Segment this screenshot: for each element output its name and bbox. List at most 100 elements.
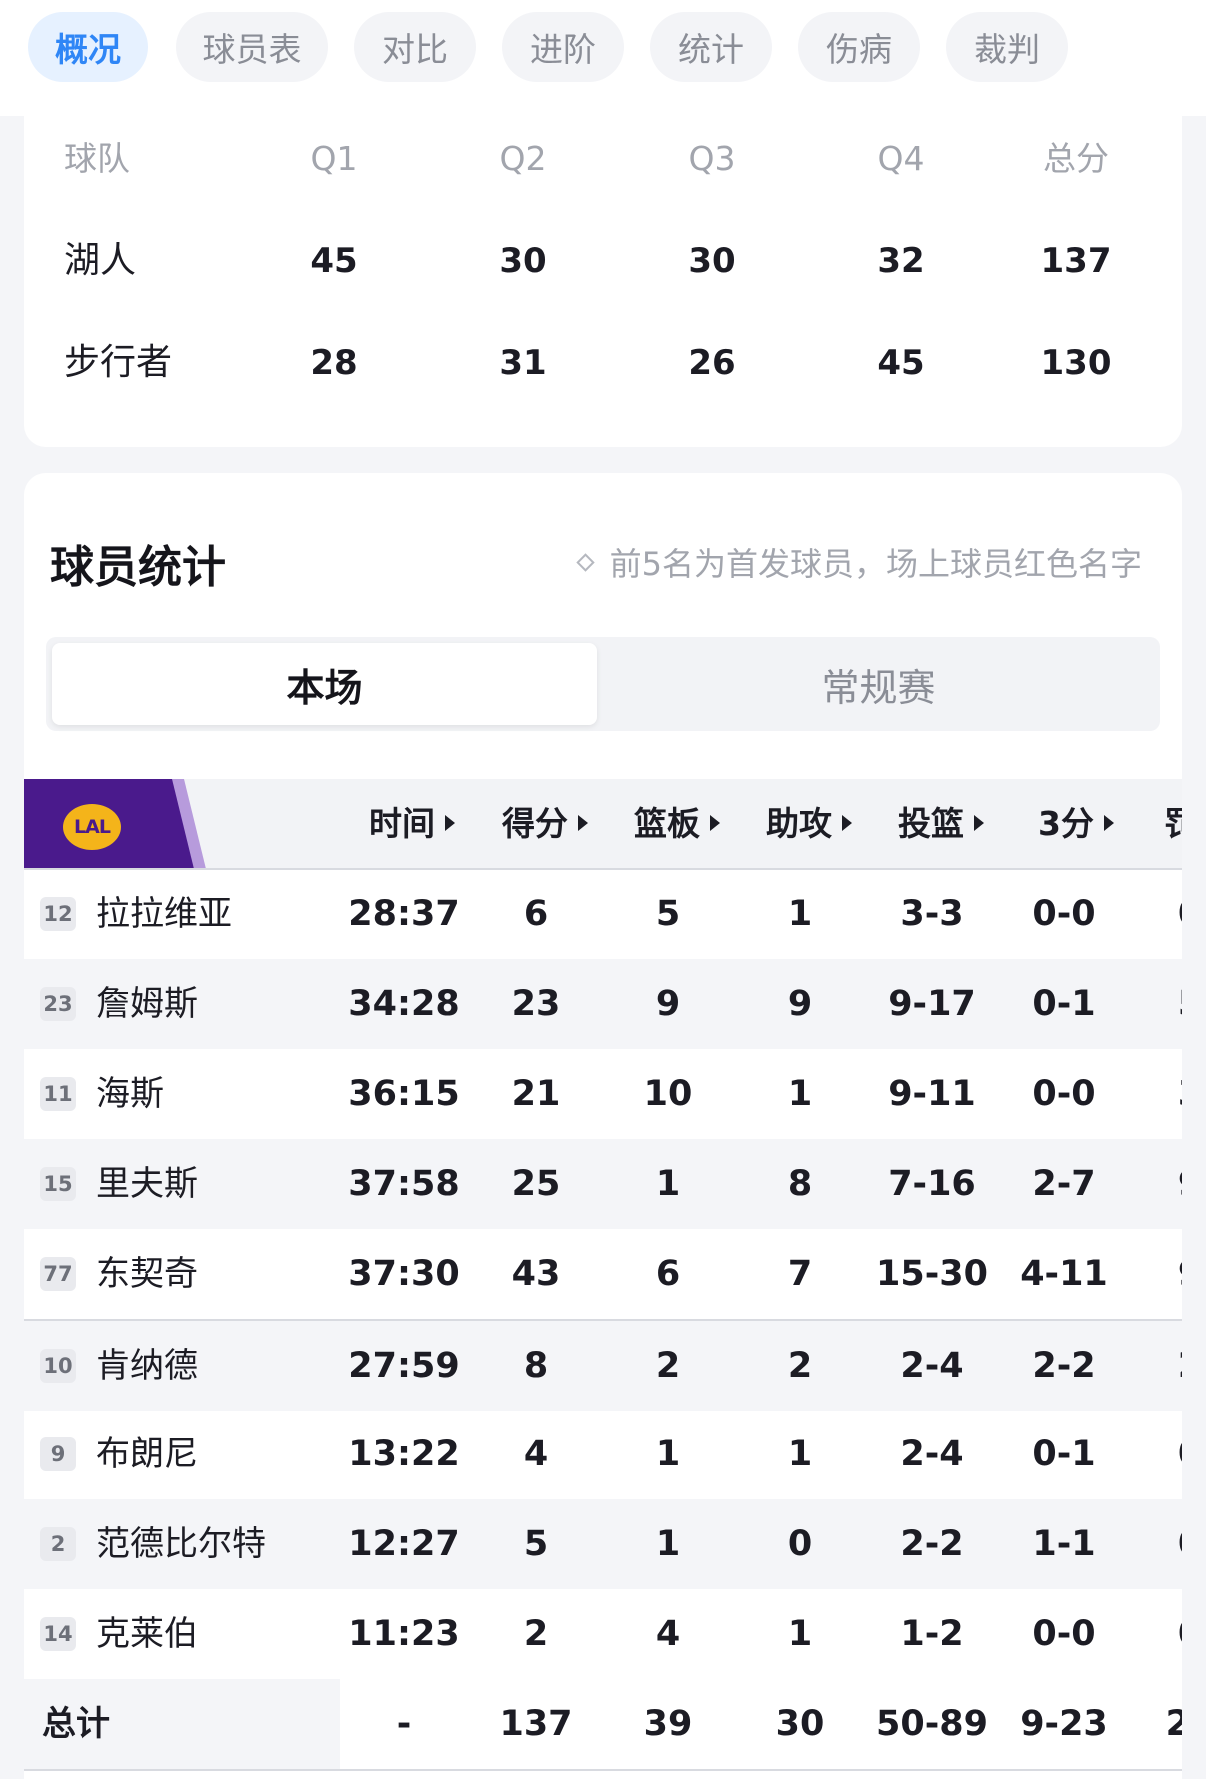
cell-field-goals: 7-16 bbox=[888, 1164, 976, 1204]
cell-points: 21 bbox=[511, 1074, 561, 1114]
cell-time: 28:37 bbox=[348, 894, 460, 934]
cell-field-goals: 2-2 bbox=[900, 1524, 964, 1564]
score-q2: 31 bbox=[499, 343, 547, 383]
score-q1: 28 bbox=[310, 343, 358, 383]
player-name[interactable]: 拉拉维亚 bbox=[96, 869, 232, 959]
cell-three-pointers: 0-1 bbox=[1032, 1434, 1096, 1474]
cell-free-throws: 0 bbox=[1178, 869, 1182, 959]
starter-note-text: 前5名为首发球员，场上球员红色名字 bbox=[609, 545, 1142, 583]
score-header-team: 球队 bbox=[64, 139, 130, 178]
column-header-three-pointers[interactable]: 3分 bbox=[1038, 779, 1114, 869]
column-header-free-throws[interactable]: 罚 bbox=[1164, 779, 1182, 869]
player-row[interactable]: 23 詹姆斯 34:28 23 9 9 9-17 0-1 5 bbox=[24, 959, 1182, 1049]
score-q4: 45 bbox=[877, 343, 925, 383]
column-header-field-goals[interactable]: 投篮 bbox=[898, 779, 984, 869]
cell-rebounds: 1 bbox=[655, 1164, 681, 1204]
score-header-q3: Q3 bbox=[688, 139, 736, 178]
cell-free-throws: 0 bbox=[1178, 1499, 1182, 1589]
column-header-assists[interactable]: 助攻 bbox=[766, 779, 852, 869]
cell-points: 4 bbox=[523, 1434, 549, 1474]
segment-regular-season[interactable]: 常规赛 bbox=[603, 643, 1154, 725]
score-header-q1: Q1 bbox=[310, 139, 358, 178]
quarter-score-card: 球队 Q1 Q2 Q3 Q4 总分 湖人 45 30 30 32 137 步行者… bbox=[24, 95, 1182, 447]
score-header-row: 球队 Q1 Q2 Q3 Q4 总分 bbox=[24, 129, 1182, 189]
player-row[interactable]: 2 范德比尔特 12:27 5 1 0 2-2 1-1 0 bbox=[24, 1499, 1182, 1589]
jersey-number-badge: 15 bbox=[40, 1167, 76, 1201]
column-header-time[interactable]: 时间 bbox=[369, 779, 455, 869]
tab-referees[interactable]: 裁判 bbox=[946, 12, 1068, 82]
team-name: 湖人 bbox=[64, 240, 137, 281]
total-cell-free-throws: 28 bbox=[1165, 1704, 1182, 1744]
jersey-number-badge: 77 bbox=[40, 1257, 76, 1291]
player-name[interactable]: 詹姆斯 bbox=[96, 959, 198, 1049]
tab-injuries[interactable]: 伤病 bbox=[798, 12, 920, 82]
tab-advanced[interactable]: 进阶 bbox=[502, 12, 624, 82]
score-q2: 30 bbox=[499, 241, 547, 281]
cell-assists: 1 bbox=[787, 1434, 813, 1474]
cell-rebounds: 1 bbox=[655, 1434, 681, 1474]
team-name: 步行者 bbox=[64, 342, 173, 383]
cell-three-pointers: 0-0 bbox=[1032, 1074, 1096, 1114]
table-header-row: LAL 时间 得分 篮板 助攻 投篮 3分 罚 bbox=[24, 779, 1182, 870]
column-label: 助攻 bbox=[766, 804, 832, 843]
column-header-points[interactable]: 得分 bbox=[502, 779, 588, 869]
player-name[interactable]: 里夫斯 bbox=[96, 1139, 198, 1229]
total-cell-three-pointers: 9-23 bbox=[1020, 1704, 1108, 1744]
cell-time: 13:22 bbox=[348, 1434, 460, 1474]
player-row[interactable]: 11 海斯 36:15 21 10 1 9-11 0-0 3 bbox=[24, 1049, 1182, 1139]
cell-rebounds: 10 bbox=[643, 1074, 693, 1114]
sort-arrow-icon bbox=[974, 814, 984, 831]
cell-three-pointers: 1-1 bbox=[1032, 1524, 1096, 1564]
jersey-number-badge: 9 bbox=[40, 1437, 76, 1471]
sort-arrow-icon bbox=[445, 814, 455, 831]
tab-compare[interactable]: 对比 bbox=[354, 12, 476, 82]
sort-arrow-icon bbox=[710, 814, 720, 831]
player-name[interactable]: 范德比尔特 bbox=[96, 1499, 266, 1589]
total-cell-field-goals: 50-89 bbox=[876, 1704, 988, 1744]
score-q1: 45 bbox=[310, 241, 358, 281]
score-header-total: 总分 bbox=[1043, 139, 1109, 178]
column-label: 3分 bbox=[1038, 804, 1094, 843]
cell-points: 43 bbox=[511, 1254, 561, 1294]
player-name[interactable]: 东契奇 bbox=[96, 1229, 198, 1319]
player-row[interactable]: 12 拉拉维亚 28:37 6 5 1 3-3 0-0 0 bbox=[24, 869, 1182, 959]
player-row[interactable]: 15 里夫斯 37:58 25 1 8 7-16 2-7 9 bbox=[24, 1139, 1182, 1229]
cell-assists: 8 bbox=[787, 1164, 813, 1204]
cell-points: 2 bbox=[523, 1614, 549, 1654]
cell-assists: 1 bbox=[787, 894, 813, 934]
cell-free-throws: 9 bbox=[1178, 1139, 1182, 1229]
cell-three-pointers: 2-2 bbox=[1032, 1346, 1096, 1386]
cell-field-goals: 9-17 bbox=[888, 984, 976, 1024]
sort-arrow-icon bbox=[842, 814, 852, 831]
column-header-rebounds[interactable]: 篮板 bbox=[634, 779, 720, 869]
cell-rebounds: 4 bbox=[655, 1614, 681, 1654]
tab-statistics[interactable]: 统计 bbox=[650, 12, 772, 82]
total-cell-assists: 30 bbox=[775, 1704, 825, 1744]
score-q4: 32 bbox=[877, 241, 925, 281]
player-row[interactable]: 9 布朗尼 13:22 4 1 1 2-4 0-1 0 bbox=[24, 1409, 1182, 1499]
segment-this-game[interactable]: 本场 bbox=[52, 643, 597, 725]
player-stats-card: 球员统计 前5名为首发球员，场上球员红色名字 本场 常规赛 LAL 时间 得分 … bbox=[24, 473, 1182, 1779]
score-header-q2: Q2 bbox=[499, 139, 547, 178]
jersey-number-badge: 12 bbox=[40, 897, 76, 931]
player-row[interactable]: 14 克莱伯 11:23 2 4 1 1-2 0-0 0 bbox=[24, 1589, 1182, 1679]
tab-overview[interactable]: 概况 bbox=[28, 12, 148, 82]
cell-three-pointers: 0-1 bbox=[1032, 984, 1096, 1024]
totals-row: 总计 - 137 39 30 50-89 9-23 28 bbox=[24, 1679, 1182, 1771]
player-row[interactable]: 77 东契奇 37:30 43 6 7 15-30 4-11 9 bbox=[24, 1229, 1182, 1319]
cell-assists: 9 bbox=[787, 984, 813, 1024]
cell-assists: 0 bbox=[787, 1524, 813, 1564]
cell-assists: 7 bbox=[787, 1254, 813, 1294]
jersey-number-badge: 2 bbox=[40, 1527, 76, 1561]
total-cell-points: 137 bbox=[499, 1704, 573, 1744]
player-name[interactable]: 肯纳德 bbox=[96, 1321, 198, 1411]
player-name[interactable]: 布朗尼 bbox=[96, 1409, 198, 1499]
player-row[interactable]: 10 肯纳德 27:59 8 2 2 2-4 2-2 2 bbox=[24, 1319, 1182, 1411]
cell-time: 12:27 bbox=[348, 1524, 460, 1564]
cell-assists: 1 bbox=[787, 1614, 813, 1654]
player-name[interactable]: 海斯 bbox=[96, 1049, 164, 1139]
tab-roster[interactable]: 球员表 bbox=[176, 12, 328, 82]
cell-free-throws: 9 bbox=[1178, 1229, 1182, 1319]
cell-three-pointers: 4-11 bbox=[1020, 1254, 1108, 1294]
player-name[interactable]: 克莱伯 bbox=[96, 1589, 198, 1679]
